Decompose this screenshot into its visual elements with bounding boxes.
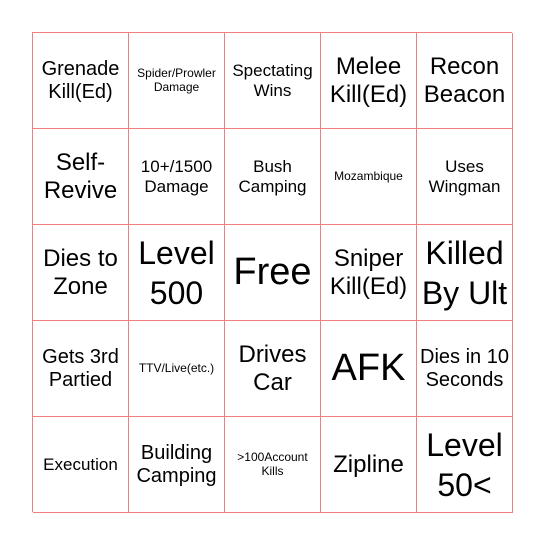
bingo-cell[interactable]: Building Camping: [129, 417, 225, 513]
bingo-cell[interactable]: 10+/1500 Damage: [129, 129, 225, 225]
bingo-cell[interactable]: Level 50<: [417, 417, 513, 513]
bingo-cell[interactable]: Free: [225, 225, 321, 321]
bingo-cell[interactable]: Recon Beacon: [417, 33, 513, 129]
bingo-cell[interactable]: Zipline: [321, 417, 417, 513]
bingo-cell[interactable]: Dies in 10 Seconds: [417, 321, 513, 417]
bingo-cell[interactable]: AFK: [321, 321, 417, 417]
bingo-cell[interactable]: Melee Kill(Ed): [321, 33, 417, 129]
bingo-cell[interactable]: Mozambique: [321, 129, 417, 225]
bingo-cell[interactable]: Execution: [33, 417, 129, 513]
bingo-cell[interactable]: Spectating Wins: [225, 33, 321, 129]
bingo-cell[interactable]: Drives Car: [225, 321, 321, 417]
bingo-cell[interactable]: Uses Wingman: [417, 129, 513, 225]
bingo-board: Grenade Kill(Ed) Spider/Prowler Damage Spe…: [32, 32, 513, 513]
bingo-cell[interactable]: Spider/Prowler Damage: [129, 33, 225, 129]
bingo-cell[interactable]: >100Account Kills: [225, 417, 321, 513]
bingo-cell[interactable]: Grenade Kill(Ed): [33, 33, 129, 129]
bingo-cell[interactable]: Self-Revive: [33, 129, 129, 225]
bingo-cell[interactable]: Killed By Ult: [417, 225, 513, 321]
bingo-cell[interactable]: Dies to Zone: [33, 225, 129, 321]
bingo-cell[interactable]: Sniper Kill(Ed): [321, 225, 417, 321]
bingo-cell[interactable]: TTV/Live(etc.): [129, 321, 225, 417]
bingo-cell[interactable]: Level 500: [129, 225, 225, 321]
bingo-cell[interactable]: Gets 3rd Partied: [33, 321, 129, 417]
bingo-cell[interactable]: Bush Camping: [225, 129, 321, 225]
